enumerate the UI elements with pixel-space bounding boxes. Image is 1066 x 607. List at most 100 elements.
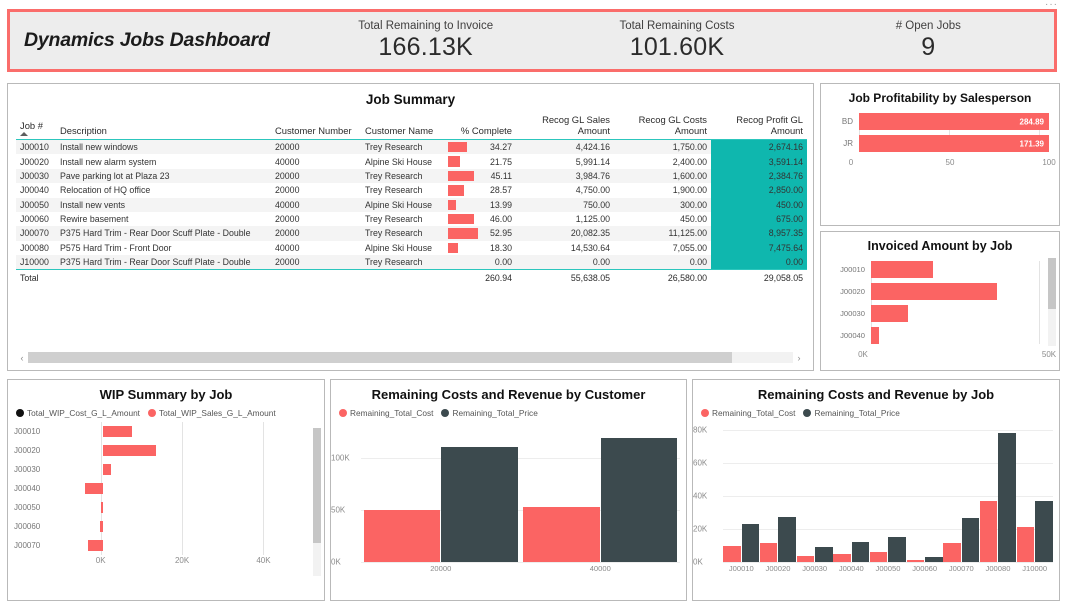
scroll-thumb[interactable]	[28, 352, 732, 363]
column-header-complete[interactable]: % Complete	[446, 112, 516, 140]
legend-item[interactable]: Remaining_Total_Price	[803, 408, 899, 418]
column-header-job[interactable]: Job #	[16, 112, 56, 140]
bar-row[interactable]: J00030	[829, 305, 1049, 322]
scroll-right-icon[interactable]: ›	[793, 353, 805, 363]
bar[interactable]	[1017, 527, 1035, 562]
y-tick-label: 40K	[693, 492, 707, 501]
scroll-track[interactable]	[28, 352, 793, 363]
wip-summary-chart[interactable]: J00010J00020J00030J00040J00050J00060J000…	[8, 422, 310, 569]
bar-group[interactable]	[906, 422, 943, 562]
bar[interactable]	[100, 521, 103, 532]
bar[interactable]	[742, 524, 760, 562]
table-row[interactable]: J00010Install new windows20000Trey Resea…	[16, 140, 807, 155]
bar-row[interactable]: J00060	[8, 517, 310, 536]
table-row[interactable]: J00040Relocation of HQ office20000Trey R…	[16, 183, 807, 197]
bar[interactable]: 284.89	[859, 113, 1049, 130]
bar[interactable]	[871, 305, 908, 322]
legend-item[interactable]: Remaining_Total_Price	[441, 408, 537, 418]
bar-row[interactable]: J00020	[829, 283, 1049, 300]
bar[interactable]	[888, 537, 906, 562]
column-header-recog-profit-gl-amount[interactable]: Recog Profit GL Amount	[711, 112, 807, 140]
bar-row[interactable]: J00020	[8, 441, 310, 460]
bar-group[interactable]	[870, 422, 907, 562]
column-header-customer-number[interactable]: Customer Number	[271, 112, 361, 140]
cell-customer-name: Trey Research	[361, 255, 446, 270]
bar[interactable]	[101, 502, 103, 513]
bar[interactable]	[815, 547, 833, 562]
bar-group[interactable]	[361, 422, 521, 562]
bar-group[interactable]	[760, 422, 797, 562]
bar[interactable]	[871, 283, 997, 300]
bar-group[interactable]	[980, 422, 1017, 562]
column-header-recog-gl-sales-amount[interactable]: Recog GL Sales Amount	[516, 112, 614, 140]
bar[interactable]	[523, 507, 600, 562]
bar-group[interactable]	[1016, 422, 1053, 562]
bar-row[interactable]: BD284.89	[829, 113, 1049, 130]
bar[interactable]	[103, 464, 111, 475]
table-row[interactable]: J00030Pave parking lot at Plaza 2320000T…	[16, 169, 807, 183]
bar[interactable]	[871, 261, 933, 278]
legend-item[interactable]: Remaining_Total_Cost	[339, 408, 433, 418]
bar[interactable]	[778, 517, 796, 562]
bar-group[interactable]	[833, 422, 870, 562]
column-header-customer-name[interactable]: Customer Name	[361, 112, 446, 140]
bar-row[interactable]: J00070	[8, 536, 310, 555]
bar-group[interactable]	[723, 422, 760, 562]
more-options-icon[interactable]: ···	[1045, 1, 1058, 9]
bar-row[interactable]: JR171.39	[829, 135, 1049, 152]
bar[interactable]	[962, 518, 980, 562]
job-profitability-chart[interactable]: BD284.89JR171.39050100	[821, 113, 1059, 170]
wip-chart-scrollbar[interactable]	[313, 428, 321, 576]
bar-row[interactable]: J00010	[829, 261, 1049, 278]
table-row[interactable]: J00070P375 Hard Trim - Rear Door Scuff P…	[16, 226, 807, 240]
table-row[interactable]: J00020Install new alarm system40000Alpin…	[16, 154, 807, 168]
bar[interactable]	[1035, 501, 1053, 562]
bar-row[interactable]: J00050	[8, 498, 310, 517]
bar[interactable]	[925, 557, 943, 562]
scroll-thumb[interactable]	[1048, 258, 1056, 309]
bar[interactable]: 171.39	[859, 135, 1049, 152]
bar[interactable]	[723, 546, 741, 562]
bar[interactable]	[441, 447, 518, 562]
bar[interactable]	[85, 483, 103, 494]
table-row[interactable]: J00050Install new vents40000Alpine Ski H…	[16, 198, 807, 212]
bar-group[interactable]	[943, 422, 980, 562]
bar[interactable]	[998, 433, 1016, 562]
bar[interactable]	[943, 543, 961, 562]
bar[interactable]	[797, 556, 815, 562]
scroll-left-icon[interactable]: ‹	[16, 353, 28, 363]
column-header-description[interactable]: Description	[56, 112, 271, 140]
bar[interactable]	[833, 554, 851, 562]
table-row[interactable]: J10000P375 Hard Trim - Rear Door Scuff P…	[16, 255, 807, 270]
cell-profit-amount: 0.00	[711, 255, 807, 270]
table-row[interactable]: J00080P575 Hard Trim - Front Door40000Al…	[16, 241, 807, 255]
bar[interactable]	[871, 327, 879, 344]
bar[interactable]	[870, 552, 888, 562]
bar-group[interactable]	[521, 422, 681, 562]
bar[interactable]	[364, 510, 441, 562]
bar[interactable]	[103, 445, 156, 456]
bar-row[interactable]: J00010	[8, 422, 310, 441]
bar-group[interactable]	[796, 422, 833, 562]
bar[interactable]	[601, 438, 678, 562]
remaining-by-customer-chart[interactable]: 0K50K100K2000040000	[331, 422, 686, 582]
bar-row[interactable]: J00040	[829, 327, 1049, 344]
scroll-thumb[interactable]	[313, 428, 321, 543]
bar[interactable]	[980, 501, 998, 562]
bar[interactable]	[852, 542, 870, 562]
bar[interactable]	[907, 560, 925, 562]
table-row[interactable]: J00060Rewire basement20000Trey Research4…	[16, 212, 807, 226]
invoiced-chart-scrollbar[interactable]	[1048, 258, 1056, 346]
bar-row[interactable]: J00040	[8, 479, 310, 498]
column-header-recog-gl-costs-amount[interactable]: Recog GL Costs Amount	[614, 112, 711, 140]
bar[interactable]	[88, 540, 103, 551]
legend-item[interactable]: Remaining_Total_Cost	[701, 408, 795, 418]
table-horizontal-scrollbar[interactable]: ‹ ›	[16, 351, 805, 364]
bar[interactable]	[103, 426, 132, 437]
legend-item[interactable]: Total_WIP_Cost_G_L_Amount	[16, 408, 140, 418]
legend-item[interactable]: Total_WIP_Sales_G_L_Amount	[148, 408, 276, 418]
bar-row[interactable]: J00030	[8, 460, 310, 479]
invoiced-amount-chart[interactable]: J00010J00020J00030J000400K50K	[821, 261, 1059, 362]
remaining-by-job-chart[interactable]: 0K20K40K60K80KJ00010J00020J00030J00040J0…	[693, 422, 1059, 582]
bar[interactable]	[760, 543, 778, 562]
